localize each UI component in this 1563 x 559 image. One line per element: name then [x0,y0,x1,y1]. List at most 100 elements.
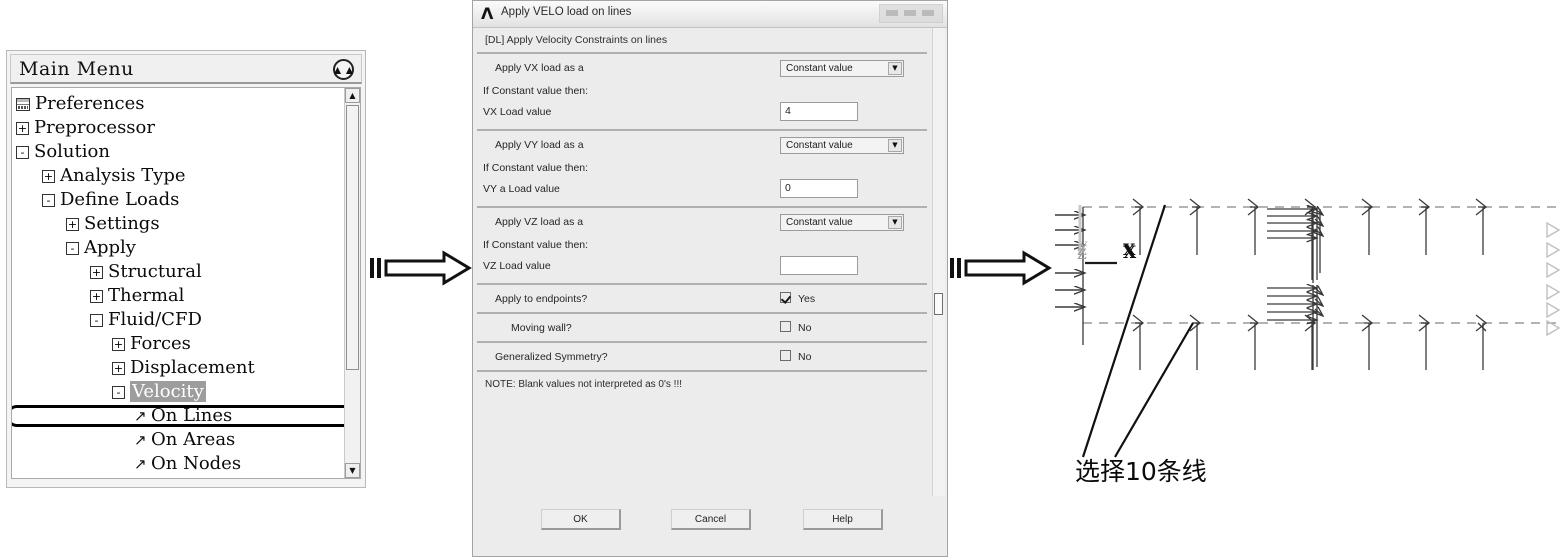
help-button[interactable]: Help [803,509,883,530]
vz-value-label: VZ Load value [483,260,551,272]
boundary-arrowheads [1132,198,1488,332]
vx-value-text: 4 [785,105,791,117]
sidebar-item-forces[interactable]: + Forces [12,332,344,356]
double-chevron-up-icon[interactable]: ▲▲ [332,59,355,80]
vy-group: Apply VY load as a Constant value ▼ If C… [477,129,927,206]
tree-scrollbar[interactable]: ▲ ▼ [344,88,360,478]
flow-arrow-2 [950,250,1052,286]
main-menu-title-bar: Main Menu ▲▲ [10,54,362,84]
vz-apply-label: Apply VZ load as a [495,216,584,228]
apply-endpoints-label: Apply to endpoints? [495,293,588,305]
dialog-note: NOTE: Blank values not interpreted as 0'… [477,370,927,490]
pick-arrow-icon: ↗ [134,455,147,473]
tree-label: On Nodes [151,453,242,474]
expand-plus-icon[interactable]: + [42,169,55,183]
sidebar-item-on-lines[interactable]: ↗ On Lines [12,404,354,428]
sidebar-item-solution[interactable]: - Solution [12,140,344,164]
chevron-down-icon[interactable]: ▼ [888,216,902,229]
main-menu-tree: Preferences + Preprocessor - Solution + Ana… [11,87,361,479]
flow-arrow-1 [370,250,472,286]
vy-value-text: 0 [785,182,791,194]
chevron-down-icon[interactable]: ▼ [888,62,902,75]
vz-if-label: If Constant value then: [483,239,589,251]
ok-button[interactable]: OK [541,509,621,530]
sidebar-item-settings[interactable]: + Settings [12,212,344,236]
vx-type-select[interactable]: Constant value ▼ [780,60,904,77]
cancel-button[interactable]: Cancel [671,509,751,530]
tree-label: Preferences [35,93,145,114]
vy-value-input[interactable]: 0 [780,179,858,198]
moving-wall-row: Moving wall? No [477,312,927,341]
scroll-up-icon[interactable]: ▲ [345,88,360,103]
sidebar-item-on-areas[interactable]: ↗ On Areas [12,428,344,452]
vz-value-input[interactable] [780,256,858,275]
axis-x-text: X [1123,243,1137,263]
maximize-icon[interactable] [904,10,916,16]
vx-apply-label: Apply VX load as a [495,62,584,74]
tree-label: Solution [34,141,110,162]
tree-label: Preprocessor [34,117,155,138]
flow-arrow-2-shape [964,250,1052,286]
chevron-down-icon[interactable]: ▼ [888,139,902,152]
pick-arrow-icon: ↗ [134,431,147,449]
dialog-scrollbar[interactable] [932,28,945,496]
vy-type-select[interactable]: Constant value ▼ [780,137,904,154]
collapse-minus-icon[interactable]: - [16,145,29,159]
page-title: Main Menu [19,58,134,80]
collapse-minus-icon[interactable]: - [90,313,103,327]
selection-outline [12,405,354,427]
expand-plus-icon[interactable]: + [16,121,29,135]
expand-plus-icon[interactable]: + [112,337,125,351]
sidebar-item-define-loads[interactable]: - Define Loads [12,188,344,212]
sidebar-item-displacement[interactable]: + Displacement [12,356,344,380]
tree-label: Apply [84,237,136,258]
collapse-minus-icon[interactable]: - [42,193,55,207]
vy-value-label: VY a Load value [483,183,560,195]
vx-value-label: VX Load value [483,106,552,118]
callout-leader-lines [1081,204,1194,458]
tree-label: Fluid/CFD [108,309,202,330]
dialog-subtitle: [DL] Apply Velocity Constraints on lines [477,28,927,53]
window-controls[interactable] [879,4,943,23]
close-icon[interactable] [922,10,934,16]
minimize-icon[interactable] [886,10,898,16]
expand-plus-icon[interactable]: + [90,265,103,279]
callout-caption: 选择10条线 [1075,457,1207,486]
vy-type-value: Constant value [786,140,853,151]
collapse-minus-icon[interactable]: - [112,385,125,399]
vz-type-value: Constant value [786,217,853,228]
sidebar-item-apply[interactable]: - Apply [12,236,344,260]
vx-group: Apply VX load as a Constant value ▼ If C… [477,52,927,129]
apply-endpoints-checkbox[interactable] [780,292,791,303]
sidebar-item-analysis-type[interactable]: + Analysis Type [12,164,344,188]
expand-plus-icon[interactable]: + [90,289,103,303]
generalized-symmetry-checkbox[interactable] [780,350,791,361]
vx-type-value: Constant value [786,63,853,74]
sidebar-item-preferences[interactable]: Preferences [12,92,344,116]
expand-plus-icon[interactable]: + [66,217,79,231]
sidebar-item-velocity[interactable]: - Velocity [12,380,344,404]
collapse-minus-icon[interactable]: - [66,241,79,255]
tree-label: Displacement [130,357,255,378]
dialog-scrollbar-thumb[interactable] [934,293,943,315]
moving-wall-checkbox[interactable] [780,321,791,332]
scrollbar-thumb[interactable] [346,105,359,370]
vz-type-select[interactable]: Constant value ▼ [780,214,904,231]
sidebar-item-preprocessor[interactable]: + Preprocessor [12,116,344,140]
sidebar-item-fluid-cfd[interactable]: - Fluid/CFD [12,308,344,332]
axis-z-text: Z [1077,247,1087,263]
tree-label: Analysis Type [60,165,186,186]
sidebar-item-thermal[interactable]: + Thermal [12,284,344,308]
sidebar-item-structural[interactable]: + Structural [12,260,344,284]
tree-label: Settings [84,213,160,234]
sidebar-item-on-nodes[interactable]: ↗ On Nodes [12,452,344,476]
outflow-markers [1546,221,1561,337]
scroll-down-icon[interactable]: ▼ [345,463,360,478]
vx-value-input[interactable]: 4 [780,102,858,121]
generalized-symmetry-row: Generalized Symmetry? No [477,341,927,370]
tree-label: Define Loads [60,189,180,210]
tree-label: Structural [108,261,202,282]
generalized-symmetry-state: No [798,351,812,363]
expand-plus-icon[interactable]: + [112,361,125,375]
dialog-title: Apply VELO load on lines [501,6,632,18]
